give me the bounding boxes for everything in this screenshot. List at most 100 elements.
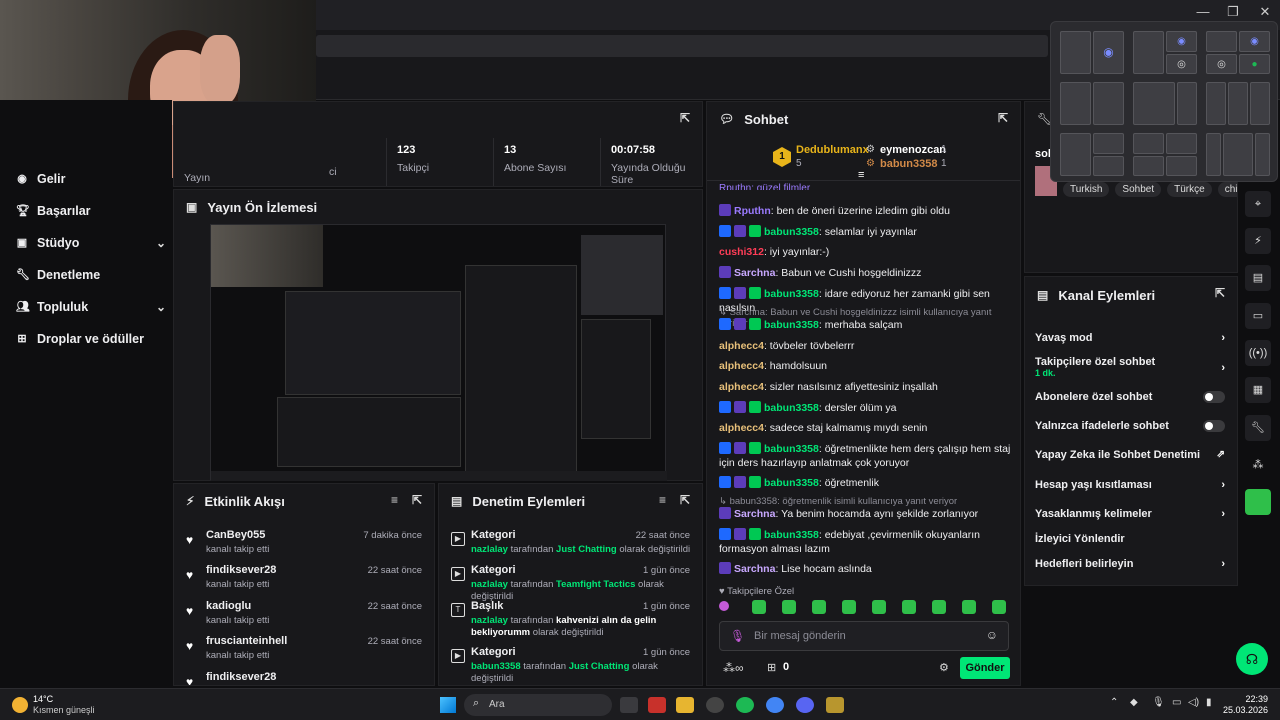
snap-zone[interactable]	[1206, 31, 1237, 52]
chat-username[interactable]: alphecc4	[719, 422, 764, 434]
leader-name[interactable]: babun3358	[880, 158, 937, 170]
tag-chip[interactable]: Sohbet	[1115, 182, 1162, 197]
snap-zone[interactable]	[1177, 82, 1197, 125]
filter-icon[interactable]: ≡	[391, 493, 398, 507]
action-emote-only[interactable]: Yalnızca ifadelerle sohbet	[1035, 420, 1225, 432]
activity-user[interactable]: findiksever28	[206, 564, 276, 576]
sidebar-item-denetleme[interactable]: 🔧︎ Denetleme	[16, 268, 166, 282]
popout-icon[interactable]: ⇱	[412, 493, 422, 507]
mic-tray-icon[interactable]: 🎙︎	[1152, 697, 1165, 708]
obs-icon[interactable]: ◎	[1166, 54, 1197, 74]
emote-icon[interactable]	[752, 600, 766, 614]
battery-icon[interactable]: ▮	[1206, 697, 1212, 708]
taskbar-search[interactable]: ⌕ Ara	[464, 694, 612, 716]
popout-icon[interactable]: ⇱	[1215, 286, 1225, 300]
snap-zone[interactable]	[1206, 133, 1221, 176]
emote-icon[interactable]	[992, 600, 1006, 614]
snap-zone[interactable]	[1093, 82, 1124, 125]
tray-chevron-icon[interactable]: ⌃	[1110, 697, 1118, 708]
emote-icon[interactable]	[782, 600, 796, 614]
notes-icon[interactable]: ▤	[1245, 265, 1271, 291]
action-slow-mode[interactable]: Yavaş mod ›	[1035, 332, 1225, 344]
emote-icon[interactable]	[842, 600, 856, 614]
snap-zone[interactable]	[1133, 133, 1164, 154]
chat-username[interactable]: alphecc4	[719, 360, 764, 372]
clip-icon[interactable]: ⌖	[1245, 191, 1271, 217]
sidebar-item-droplar[interactable]: ⊞ Droplar ve ödüller	[16, 332, 166, 346]
sidebar-item-gelir[interactable]: ◉ Gelir	[16, 172, 166, 186]
mod-action-user[interactable]: babun3358	[471, 661, 521, 672]
emote-icon[interactable]	[932, 600, 946, 614]
toggle-switch[interactable]	[1203, 391, 1225, 403]
snap-zone[interactable]	[1255, 133, 1270, 176]
popout-icon[interactable]: ⇱	[680, 111, 690, 125]
snap-zone[interactable]	[1166, 133, 1197, 154]
emote-picker-avatar[interactable]	[719, 601, 729, 611]
snap-zone[interactable]	[1093, 133, 1124, 154]
broadcast-icon[interactable]: ((•))	[1245, 340, 1271, 366]
chat-username[interactable]: babun3358	[764, 477, 819, 489]
chat-username[interactable]: babun3358	[764, 443, 819, 455]
emote-icon[interactable]	[962, 600, 976, 614]
chat-username[interactable]: Sarchna	[734, 563, 775, 575]
send-button[interactable]: Gönder	[960, 657, 1010, 679]
wrench-icon[interactable]: 🔧︎	[1245, 415, 1271, 441]
leader-name[interactable]: Dedublumanx	[796, 144, 869, 156]
volume-icon[interactable]: ◁)	[1188, 697, 1199, 708]
chat-icon[interactable]: ▭	[1245, 303, 1271, 329]
chrome-icon[interactable]	[766, 697, 784, 713]
gear-icon[interactable]: ⚙	[939, 661, 949, 674]
snap-zone[interactable]	[1223, 133, 1253, 176]
microphone-icon[interactable]: 🎙︎	[730, 629, 745, 643]
leader-name[interactable]: eymenozcan	[880, 144, 946, 156]
gift-icon[interactable]: ⊞	[767, 661, 776, 674]
snap-zone[interactable]	[1133, 82, 1175, 125]
action-goals[interactable]: Hedefleri belirleyin ›	[1035, 558, 1225, 570]
sidebar-item-basarilar[interactable]: 🏆︎ Başarılar	[16, 204, 166, 218]
popout-icon[interactable]: ⇱	[998, 111, 1008, 125]
chat-username[interactable]: babun3358	[764, 529, 819, 541]
chat-username[interactable]: Sarchna	[734, 267, 775, 279]
game-icon[interactable]	[826, 697, 844, 713]
snap-zone[interactable]	[1060, 82, 1091, 125]
chat-username[interactable]: cushi312	[719, 246, 764, 258]
extensions-icon[interactable]: ⁂	[1245, 452, 1271, 478]
snap-zone[interactable]	[1250, 82, 1270, 125]
sidebar-item-studyo[interactable]: ▣ Stüdyo ⌄	[16, 236, 166, 250]
layout-icon[interactable]: ▦	[1245, 377, 1271, 403]
activity-user[interactable]: fruscianteinhell	[206, 635, 287, 647]
mod-action-user[interactable]: nazlalay	[471, 615, 508, 626]
discord-icon[interactable]	[796, 697, 814, 713]
discord-icon[interactable]: ◉	[1239, 31, 1270, 52]
chat-username[interactable]: Sarchna	[734, 508, 775, 520]
steam-icon[interactable]: ◆	[1130, 697, 1138, 708]
discord-icon[interactable]: ◉	[1093, 31, 1124, 74]
snap-zone[interactable]	[1133, 156, 1164, 176]
clock-date[interactable]: 25.03.2026	[1216, 705, 1268, 715]
action-followers-only[interactable]: Takipçilere özel sohbet 1 dk. ›	[1035, 356, 1225, 378]
toggle-switch[interactable]	[1203, 420, 1225, 432]
emote-icon[interactable]	[872, 600, 886, 614]
snap-zone[interactable]	[1093, 156, 1124, 176]
obs-icon[interactable]: ◎	[1206, 54, 1237, 74]
tag-chip[interactable]: chi	[1217, 182, 1237, 197]
snap-zone[interactable]	[1228, 82, 1248, 125]
stream-preview-video[interactable]	[210, 224, 667, 481]
lightning-icon[interactable]: ⚡︎	[1245, 228, 1271, 254]
chat-username[interactable]: babun3358	[764, 288, 819, 300]
action-subscribers-only[interactable]: Abonelere özel sohbet	[1035, 391, 1225, 403]
snap-zone[interactable]	[1060, 133, 1091, 176]
task-view-icon[interactable]	[620, 697, 638, 713]
weather-icon[interactable]	[12, 697, 28, 713]
activity-user[interactable]: kadioglu	[206, 600, 251, 612]
snap-zone[interactable]	[1060, 31, 1091, 74]
snap-zone[interactable]	[1166, 156, 1197, 176]
spotify-icon[interactable]	[736, 697, 754, 713]
action-ai-moderation[interactable]: Yapay Zeka ile Sohbet Denetimi ⇗	[1035, 449, 1225, 461]
discord-icon[interactable]: ◉	[1166, 31, 1197, 52]
help-icon[interactable]: ☊	[1236, 643, 1268, 675]
spotify-icon[interactable]: ●	[1239, 54, 1270, 74]
obs-icon[interactable]	[706, 697, 724, 713]
mod-action-user[interactable]: nazlalay	[471, 579, 508, 590]
tag-chip[interactable]: Turkish	[1063, 182, 1110, 197]
